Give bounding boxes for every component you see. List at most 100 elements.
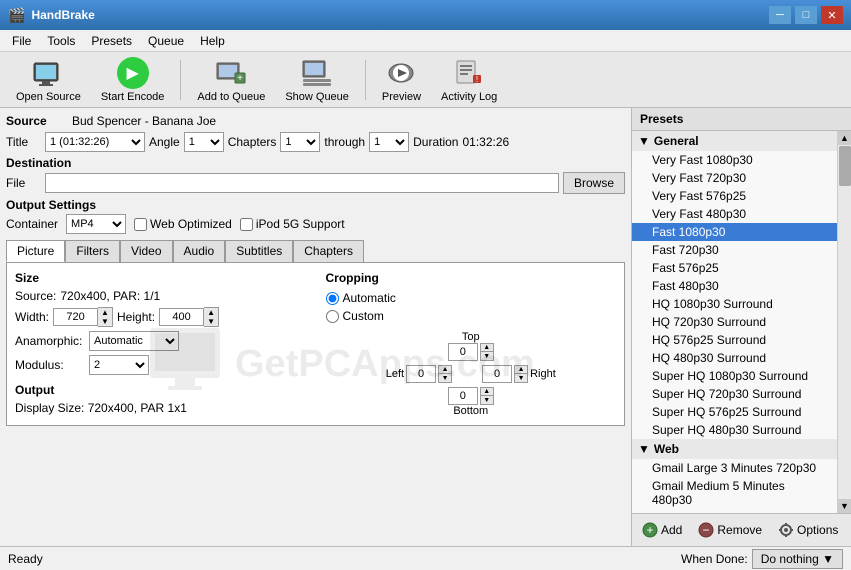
crop-bottom-down[interactable]: ▼ [480, 396, 494, 405]
scroll-down-button[interactable]: ▼ [838, 499, 851, 513]
size-heading: Size [15, 271, 306, 285]
scrollbar[interactable]: ▲ ▼ [837, 131, 851, 513]
maximize-button[interactable]: □ [795, 6, 817, 24]
when-done-button[interactable]: Do nothing ▼ [752, 549, 843, 569]
preset-group-web[interactable]: ▼ Web [632, 439, 837, 459]
tab-picture[interactable]: Picture [6, 240, 65, 262]
add-preset-label: Add [661, 523, 682, 537]
crop-right-input[interactable] [482, 365, 512, 383]
open-source-button[interactable]: Open Source [8, 53, 89, 107]
options-preset-button[interactable]: Options [774, 520, 842, 540]
add-to-queue-button[interactable]: + Add to Queue [189, 53, 273, 107]
preset-group-general[interactable]: ▼ General [632, 131, 837, 151]
scroll-thumb [839, 146, 851, 186]
preset-fast-480p30[interactable]: Fast 480p30 [632, 277, 837, 295]
browse-button[interactable]: Browse [563, 172, 625, 194]
preset-hq-480p30-surround[interactable]: HQ 480p30 Surround [632, 349, 837, 367]
chapters-label: Chapters [228, 135, 277, 149]
add-preset-button[interactable]: + Add [638, 520, 686, 540]
height-input[interactable] [159, 308, 204, 326]
preset-very-fast-720p30[interactable]: Very Fast 720p30 [632, 169, 837, 187]
tab-video[interactable]: Video [120, 240, 172, 262]
container-label: Container [6, 217, 58, 231]
crop-right-down[interactable]: ▼ [514, 374, 528, 383]
preset-hq-1080p30-surround[interactable]: HQ 1080p30 Surround [632, 295, 837, 313]
preset-superhq-576p25-surround[interactable]: Super HQ 576p25 Surround [632, 403, 837, 421]
preset-hq-720p30-surround[interactable]: HQ 720p30 Surround [632, 313, 837, 331]
width-arrows: ▲ ▼ [98, 307, 113, 327]
custom-radio[interactable] [326, 310, 339, 323]
scroll-up-button[interactable]: ▲ [838, 131, 851, 145]
tab-filters[interactable]: Filters [65, 240, 120, 262]
preset-very-fast-576p25[interactable]: Very Fast 576p25 [632, 187, 837, 205]
preview-button[interactable]: Preview [374, 53, 429, 107]
angle-select[interactable]: 1 [184, 132, 224, 152]
menu-tools[interactable]: Tools [39, 32, 83, 50]
container-select[interactable]: MP4 [66, 214, 126, 234]
ipod-checkbox[interactable] [240, 218, 253, 231]
preset-very-fast-480p30[interactable]: Very Fast 480p30 [632, 205, 837, 223]
crop-left-input[interactable] [406, 365, 436, 383]
crop-top-up[interactable]: ▲ [480, 343, 494, 352]
preset-gmail-large[interactable]: Gmail Large 3 Minutes 720p30 [632, 459, 837, 477]
chapters-from-select[interactable]: 1 [280, 132, 320, 152]
picture-tab-content: Size Source: 720x400, PAR: 1/1 Width: [15, 271, 616, 417]
remove-preset-button[interactable]: − Remove [694, 520, 766, 540]
source-size-label: Source: [15, 289, 56, 303]
file-row: File Browse [6, 172, 625, 194]
file-input[interactable] [45, 173, 559, 193]
crop-left-down[interactable]: ▼ [438, 374, 452, 383]
menu-file[interactable]: File [4, 32, 39, 50]
width-input[interactable] [53, 308, 98, 326]
width-down[interactable]: ▼ [98, 317, 112, 326]
tab-audio[interactable]: Audio [173, 240, 226, 262]
svg-text:!: ! [476, 75, 478, 84]
app-title: HandBrake [31, 8, 94, 22]
modulus-select[interactable]: 2 [89, 355, 149, 375]
preset-superhq-720p30-surround[interactable]: Super HQ 720p30 Surround [632, 385, 837, 403]
web-optimized-checkbox[interactable] [134, 218, 147, 231]
duration-label: Duration [413, 135, 458, 149]
custom-label: Custom [343, 309, 384, 323]
menu-presets[interactable]: Presets [83, 32, 140, 50]
crop-bottom-input[interactable] [448, 387, 478, 405]
crop-top-input[interactable] [448, 343, 478, 361]
crop-bottom-up[interactable]: ▲ [480, 387, 494, 396]
activity-log-button[interactable]: ! Activity Log [433, 53, 505, 107]
close-button[interactable]: ✕ [821, 6, 843, 24]
width-up[interactable]: ▲ [98, 308, 112, 317]
preset-hq-576p25-surround[interactable]: HQ 576p25 Surround [632, 331, 837, 349]
tab-subtitles[interactable]: Subtitles [225, 240, 293, 262]
minimize-button[interactable]: ─ [769, 6, 791, 24]
menu-queue[interactable]: Queue [140, 32, 192, 50]
angle-label: Angle [149, 135, 180, 149]
menu-help[interactable]: Help [192, 32, 233, 50]
modulus-row: Modulus: 2 [15, 355, 306, 375]
tab-chapters[interactable]: Chapters [293, 240, 364, 262]
add-preset-icon: + [642, 522, 658, 538]
crop-left-up[interactable]: ▲ [438, 365, 452, 374]
preset-superhq-480p30-surround[interactable]: Super HQ 480p30 Surround [632, 421, 837, 439]
toolbar: Open Source ▶ Start Encode + Add to Queu… [0, 52, 851, 108]
crop-right-up[interactable]: ▲ [514, 365, 528, 374]
preset-fast-576p25[interactable]: Fast 576p25 [632, 259, 837, 277]
height-up[interactable]: ▲ [204, 308, 218, 317]
anamorphic-select[interactable]: Automatic [89, 331, 179, 351]
anamorphic-row: Anamorphic: Automatic [15, 331, 306, 351]
show-queue-button[interactable]: Show Queue [277, 53, 357, 107]
titlebar-controls: ─ □ ✕ [769, 6, 843, 24]
width-label: Width: [15, 310, 49, 324]
tabs-bar: Picture Filters Video Audio Subtitles Ch… [6, 240, 625, 262]
chapters-to-select[interactable]: 1 [369, 132, 409, 152]
crop-top-down[interactable]: ▼ [480, 352, 494, 361]
start-encode-button[interactable]: ▶ Start Encode [93, 53, 173, 107]
preset-fast-1080p30[interactable]: Fast 1080p30 [632, 223, 837, 241]
add-to-queue-label: Add to Queue [197, 91, 265, 103]
automatic-radio[interactable] [326, 292, 339, 305]
title-select[interactable]: 1 (01:32:26) [45, 132, 145, 152]
preset-gmail-medium[interactable]: Gmail Medium 5 Minutes 480p30 [632, 477, 837, 509]
preset-fast-720p30[interactable]: Fast 720p30 [632, 241, 837, 259]
preset-very-fast-1080p30[interactable]: Very Fast 1080p30 [632, 151, 837, 169]
height-down[interactable]: ▼ [204, 317, 218, 326]
preset-superhq-1080p30-surround[interactable]: Super HQ 1080p30 Surround [632, 367, 837, 385]
